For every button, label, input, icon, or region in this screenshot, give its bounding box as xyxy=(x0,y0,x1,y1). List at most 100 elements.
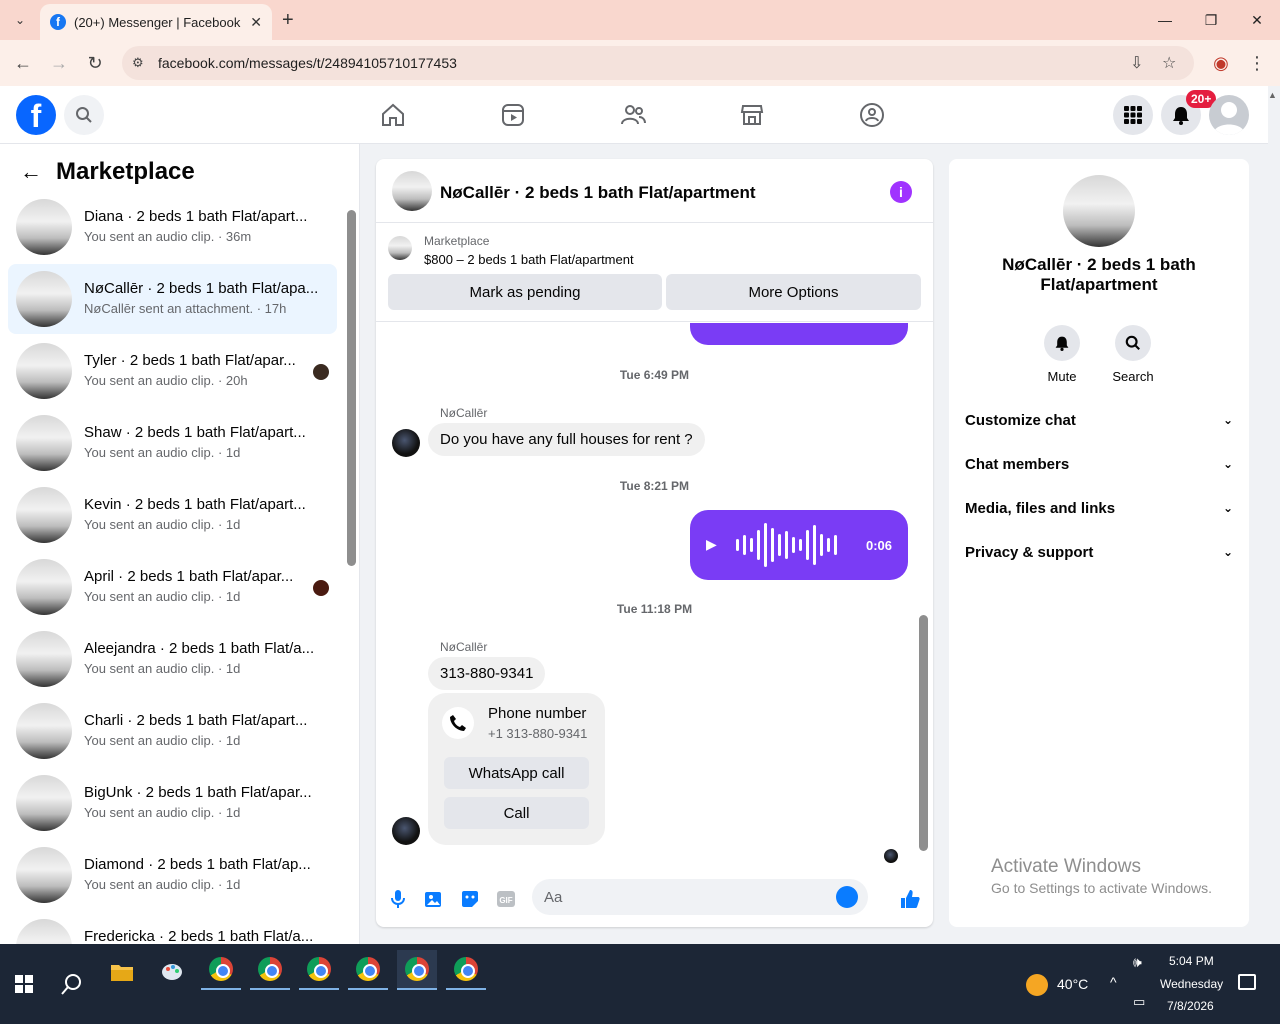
sticker-icon[interactable] xyxy=(458,887,482,911)
search-icon[interactable] xyxy=(64,95,104,135)
profile-icon[interactable]: ◉ xyxy=(1209,51,1233,75)
message-thread: Tue 6:49 PM NøCallēr Do you have any ful… xyxy=(376,323,933,863)
file-explorer-icon[interactable] xyxy=(102,952,142,992)
privacy-support-row[interactable]: Privacy & support ⌄ xyxy=(965,534,1233,570)
browser-tab[interactable]: f (20+) Messenger | Facebook ✕ xyxy=(40,4,272,40)
microphone-icon[interactable] xyxy=(386,887,410,911)
whatsapp-call-button[interactable]: WhatsApp call xyxy=(444,757,589,789)
conversation-item[interactable]: Diamond · 2 beds 1 bath Flat/ap... You s… xyxy=(8,840,337,910)
groups-icon[interactable] xyxy=(857,100,887,130)
conversation-item[interactable]: Fredericka · 2 beds 1 bath Flat/a... xyxy=(8,912,337,944)
conversation-item[interactable]: BigUnk · 2 beds 1 bath Flat/apar... You … xyxy=(8,768,337,838)
conversation-list-scrollbar[interactable] xyxy=(347,210,356,566)
back-arrow-icon[interactable]: ← xyxy=(20,159,42,185)
conversation-preview: You sent an audio clip. · 1d xyxy=(84,517,241,532)
weather-sun-icon[interactable] xyxy=(1026,974,1048,996)
details-avatar[interactable] xyxy=(1063,175,1135,247)
bookmark-star-icon[interactable]: ☆ xyxy=(1162,53,1176,73)
windows-start-icon[interactable] xyxy=(4,964,44,1004)
volume-icon[interactable]: 🕪 xyxy=(1133,954,1142,971)
thread-scrollbar[interactable] xyxy=(919,615,928,851)
site-info-icon[interactable]: ⚙ xyxy=(132,55,144,71)
show-hidden-icons-chevron-icon[interactable]: ^ xyxy=(1110,974,1117,990)
chrome-icon xyxy=(307,957,331,981)
search-in-chat-button[interactable]: Search xyxy=(1097,325,1169,384)
marketplace-icon[interactable] xyxy=(737,100,767,130)
sender-avatar[interactable] xyxy=(392,429,420,457)
conversation-item[interactable]: Tyler · 2 beds 1 bath Flat/apar... You s… xyxy=(8,336,337,406)
new-tab-button[interactable]: + xyxy=(282,8,294,32)
conversation-preview: You sent an audio clip. · 1d xyxy=(84,445,241,460)
paint-app-icon[interactable] xyxy=(152,952,192,992)
mark-as-pending-button[interactable]: Mark as pending xyxy=(388,274,662,310)
conversation-name: Kevin · 2 beds 1 bath Flat/apart... xyxy=(84,496,306,513)
clock-date[interactable]: 7/8/2026 xyxy=(1167,999,1214,1013)
restore-button[interactable]: ❐ xyxy=(1188,0,1234,40)
incoming-message[interactable]: Do you have any full houses for rent ? xyxy=(428,423,705,456)
more-options-button[interactable]: More Options xyxy=(666,274,921,310)
chrome-taskbar-app-active[interactable] xyxy=(397,950,437,990)
chrome-taskbar-app[interactable] xyxy=(348,950,388,990)
conversation-item[interactable]: Aleejandra · 2 beds 1 bath Flat/a... You… xyxy=(8,624,337,694)
chrome-taskbar-app[interactable] xyxy=(299,950,339,990)
close-window-button[interactable]: ✕ xyxy=(1234,0,1280,40)
thumbs-up-icon[interactable] xyxy=(898,887,922,911)
chrome-taskbar-app[interactable] xyxy=(201,950,241,990)
taskbar-search-icon[interactable] xyxy=(52,964,92,1004)
play-icon[interactable]: ▶ xyxy=(706,536,717,553)
install-app-icon[interactable]: ⇩ xyxy=(1130,53,1143,73)
listing-thumbnail[interactable] xyxy=(388,236,412,260)
sender-avatar[interactable] xyxy=(392,817,420,845)
chrome-icon xyxy=(454,957,478,981)
timestamp: Tue 11:18 PM xyxy=(616,602,693,616)
audio-waveform[interactable] xyxy=(736,520,841,570)
audio-message-bubble[interactable] xyxy=(690,323,908,345)
call-button[interactable]: Call xyxy=(444,797,589,829)
facebook-logo-icon[interactable]: f xyxy=(16,95,56,135)
chat-avatar[interactable] xyxy=(392,171,432,211)
close-tab-icon[interactable]: ✕ xyxy=(250,14,262,31)
gif-icon[interactable]: GIF xyxy=(494,887,518,911)
tab-search-button[interactable]: ⌄ xyxy=(8,8,32,32)
video-icon[interactable] xyxy=(498,100,528,130)
chat-title[interactable]: NøCallēr · 2 beds 1 bath Flat/apartment xyxy=(440,183,756,203)
audio-message-bubble[interactable]: ▶ 0:06 xyxy=(690,510,908,580)
conversation-item[interactable]: Shaw · 2 beds 1 bath Flat/apart... You s… xyxy=(8,408,337,478)
chrome-icon xyxy=(209,957,233,981)
clock-day[interactable]: Wednesday xyxy=(1160,977,1223,991)
chrome-taskbar-app[interactable] xyxy=(250,950,290,990)
conversation-item-active[interactable]: NøCallēr · 2 beds 1 bath Flat/apa... NøC… xyxy=(8,264,337,334)
message-input[interactable]: Aa xyxy=(532,879,868,915)
notification-center-icon[interactable] xyxy=(1238,974,1256,990)
customize-chat-row[interactable]: Customize chat ⌄ xyxy=(965,402,1233,438)
conversation-item[interactable]: Charli · 2 beds 1 bath Flat/apart... You… xyxy=(8,696,337,766)
home-icon[interactable] xyxy=(378,100,408,130)
address-bar[interactable]: ⚙ facebook.com/messages/t/24894105710177… xyxy=(122,46,1194,80)
listing-price-title[interactable]: $800 – 2 beds 1 bath Flat/apartment xyxy=(424,252,634,267)
incoming-message[interactable]: 313-880-9341 xyxy=(428,657,546,690)
listing-thumbnail xyxy=(16,271,72,327)
account-avatar[interactable] xyxy=(1209,95,1249,135)
chrome-taskbar-app[interactable] xyxy=(446,950,486,990)
reload-icon[interactable]: ↻ xyxy=(83,51,107,75)
mute-button[interactable]: Mute xyxy=(1026,325,1098,384)
timestamp: Tue 6:49 PM xyxy=(619,368,690,382)
media-files-links-row[interactable]: Media, files and links ⌄ xyxy=(965,490,1233,526)
weather-temperature[interactable]: 40°C xyxy=(1057,976,1088,992)
info-icon[interactable]: i xyxy=(890,181,912,203)
conversation-item[interactable]: Diana · 2 beds 1 bath Flat/apart... You … xyxy=(8,192,337,262)
minimize-button[interactable]: — xyxy=(1142,0,1188,40)
conversation-item[interactable]: Kevin · 2 beds 1 bath Flat/apart... You … xyxy=(8,480,337,550)
friends-icon[interactable] xyxy=(618,100,648,130)
photo-icon[interactable] xyxy=(422,887,446,911)
conversation-item[interactable]: April · 2 beds 1 bath Flat/apar... You s… xyxy=(8,552,337,622)
network-icon[interactable]: ▭ xyxy=(1133,994,1145,1010)
clock-time[interactable]: 5:04 PM xyxy=(1169,954,1214,968)
emoji-icon[interactable] xyxy=(836,886,858,908)
menu-grid-icon[interactable] xyxy=(1113,95,1153,135)
forward-icon[interactable]: → xyxy=(47,51,71,75)
chat-members-row[interactable]: Chat members ⌄ xyxy=(965,446,1233,482)
back-icon[interactable]: ← xyxy=(11,51,35,75)
page-scroll-up-arrow[interactable]: ▲ xyxy=(1268,90,1277,100)
menu-kebab-icon[interactable]: ⋮ xyxy=(1245,51,1269,75)
